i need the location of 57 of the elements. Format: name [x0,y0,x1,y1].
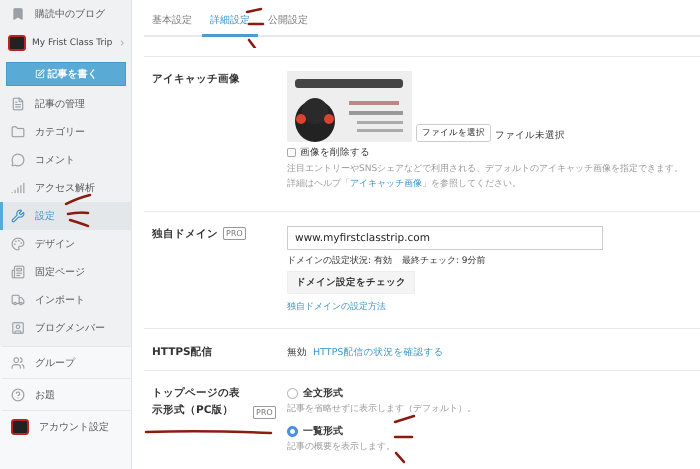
speech-bubble-icon [11,153,25,167]
pro-badge: PRO [223,227,246,240]
settings-tab[interactable]: 基本設定 [144,13,200,37]
radio-button[interactable] [287,388,298,399]
pen-square-icon [34,69,44,79]
help-text: 詳細はヘルプ「アイキャッチ画像」を参照してください。 [287,177,521,191]
sidebar-item[interactable]: お題 [0,378,131,410]
help-text: 注目エントリーやSNSシェアなどで利用される、デフォルトのアイキャッチ画像を指定できます。 [287,162,684,176]
sidebar-item[interactable]: 記事の管理 [0,90,131,118]
sidebar-item[interactable]: ブログメンバー [0,314,131,342]
sidebar-item[interactable]: アカウント設定 [0,410,131,442]
radio-button[interactable] [287,426,298,437]
document-icon [11,97,25,111]
sidebar-item[interactable]: アクセス解析 [0,174,131,202]
avatar-icon [8,35,26,51]
contact-card-icon [11,321,25,335]
field-label: HTTPS配信 [152,346,213,358]
settings-icon [11,209,25,223]
blog-selector[interactable]: My Frist Class Trip [0,28,131,58]
newspaper-icon [11,265,25,279]
palette-icon [11,237,25,251]
sidebar-item[interactable]: デザイン [0,230,131,258]
check-domain-button[interactable]: ドメイン設定をチェック [287,271,415,294]
sidebar-item[interactable]: コメント [0,146,131,174]
signal-bars-icon [11,181,25,195]
sidebar-item[interactable]: 固定ページ [0,258,131,286]
option-label: 一覧形式 [303,424,343,439]
sidebar-item[interactable]: グループ [0,346,131,378]
checkbox-label: 画像を削除する [300,146,370,159]
https-status: 無効 [287,346,307,360]
last-check-time: 最終チェック: 9分前 [402,254,486,267]
domain-help-link[interactable]: 独自ドメインの設定方法 [287,300,386,313]
option-description: 記事を省略せずに表示します（デフォルト）。 [287,404,476,414]
pen-marks-drawing [62,192,94,228]
bookmark-icon [11,7,25,21]
sidebar-item[interactable]: カテゴリー [0,118,131,146]
field-label: 独自ドメイン [152,228,218,240]
pro-badge: PRO [253,406,276,419]
settings-tab[interactable]: 公開設定 [260,13,316,37]
field-label: アイキャッチ画像 [152,73,240,85]
domain-status: ドメインの設定状況: 有効 [287,254,392,267]
folder-icon [11,125,25,139]
file-status: ファイル未選択 [495,129,565,142]
option-description: 記事の概要を表示します。 [287,442,395,452]
truck-icon [11,293,25,307]
option-label: 全文形式 [303,386,343,401]
checkbox[interactable] [287,148,296,157]
settings-tab[interactable]: 詳細設定 [202,13,258,37]
domain-input-field[interactable]: www.myfirstclasstrip.com [287,226,603,250]
https-status-link[interactable]: HTTPS配信の状況を確認する [313,344,444,361]
users-icon [11,356,25,370]
choose-file-button[interactable]: ファイルを選択 [416,124,491,142]
help-icon [11,388,25,402]
sidebar-item[interactable]: 購読中のブログ [0,0,131,28]
sidebar-item[interactable]: インポート [0,286,131,314]
field-label: トップページの表示形式（PC版） [152,386,241,418]
avatar-icon [11,418,29,434]
